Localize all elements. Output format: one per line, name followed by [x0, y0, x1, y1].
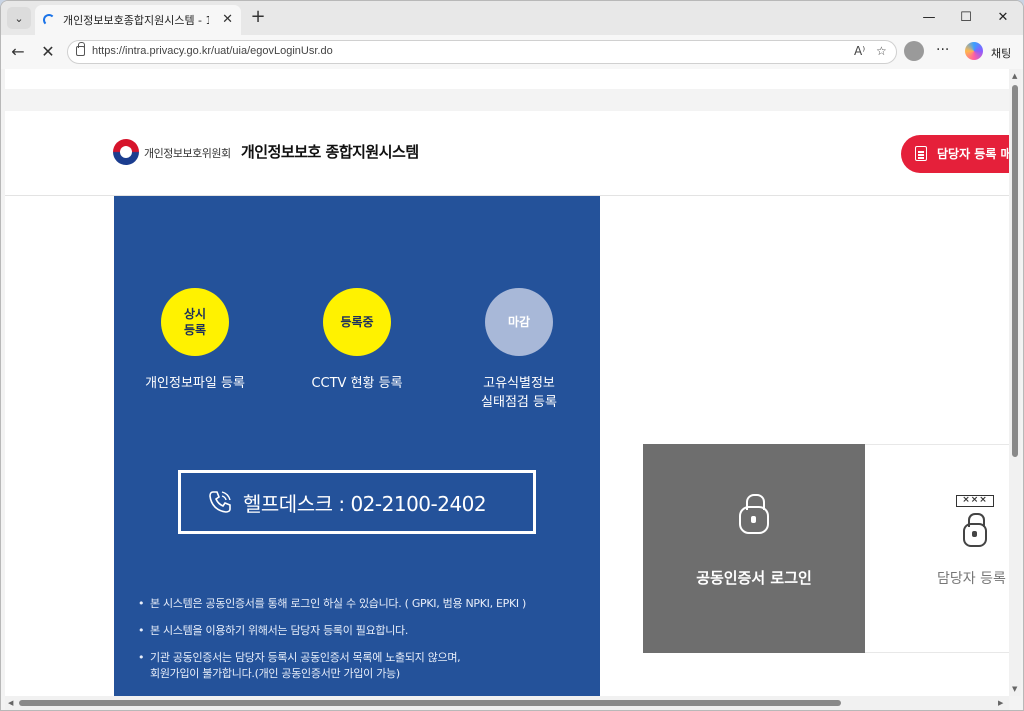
- site-header: 개인정보보호위원회 개인정보보호 종합지원시스템 담당자 등록 매: [5, 111, 1009, 196]
- scroll-left-icon[interactable]: ◀: [8, 699, 13, 707]
- org-name: 개인정보보호위원회: [144, 147, 231, 160]
- minimize-icon[interactable]: —: [919, 9, 939, 27]
- helpdesk-box: 헬프데스크 : 02-2100-2402: [178, 470, 536, 534]
- info-panel: 상시 등록 개인정보파일 등록 등록중 CCTV 현황 등록 마감 고유식별정보…: [114, 196, 600, 696]
- close-window-icon[interactable]: ✕: [993, 9, 1013, 27]
- lock-icon: [963, 513, 987, 547]
- address-bar[interactable]: https://intra.privacy.go.kr/uat/uia/egov…: [67, 40, 897, 64]
- status-caption[interactable]: 고유식별정보 실태점검 등록: [450, 374, 588, 412]
- horizontal-scroll-thumb[interactable]: [19, 700, 841, 706]
- horizontal-scrollbar[interactable]: ◀ ▶: [5, 696, 1009, 710]
- url-text: https://intra.privacy.go.kr/uat/uia/egov…: [92, 45, 333, 57]
- tab-title: 개인정보보호종합지원시스템 - 17: [63, 14, 209, 27]
- status-label: 상시 등록: [183, 307, 207, 337]
- tab-bar: ⌄ 개인정보보호종합지원시스템 - 17 ✕ + — ☐ ✕: [1, 1, 1023, 35]
- certificate-login-button[interactable]: 공동인증서 로그인: [643, 444, 865, 653]
- favorite-icon[interactable]: ☆: [876, 44, 887, 58]
- manager-register-button[interactable]: ××× 담당자 등록: [865, 444, 1009, 653]
- browser-tab[interactable]: 개인정보보호종합지원시스템 - 17 ✕: [35, 5, 241, 35]
- status-label: 등록중: [340, 315, 374, 329]
- helpdesk-text: 헬프데스크 : 02-2100-2402: [243, 492, 487, 516]
- browser-window: ⌄ 개인정보보호종합지원시스템 - 17 ✕ + — ☐ ✕ ← ✕ https…: [0, 0, 1024, 711]
- system-name[interactable]: 개인정보보호 종합지원시스템: [241, 141, 419, 162]
- phone-icon: [209, 491, 231, 513]
- document-icon: [915, 146, 927, 161]
- manager-label: 담당자 등록: [937, 571, 1006, 587]
- status-caption[interactable]: 개인정보파일 등록: [126, 374, 264, 393]
- status-label: 마감: [507, 315, 531, 329]
- login-label: 공동인증서 로그인: [696, 569, 812, 587]
- list-item: 본 시스템을 이용하기 위해서는 담당자 등록이 필요합니다.: [138, 623, 588, 639]
- notes-list: 본 시스템은 공동인증서를 통해 로그인 하실 수 있습니다. ( GPKI, …: [138, 596, 588, 693]
- status-caption[interactable]: CCTV 현황 등록: [288, 374, 426, 393]
- profile-icon[interactable]: [904, 41, 924, 61]
- maximize-icon[interactable]: ☐: [956, 9, 976, 27]
- list-item: 기관 공동인증서는 담당자 등록시 공동인증서 목록에 노출되지 않으며, 회원…: [138, 650, 588, 682]
- plus-icon[interactable]: +: [247, 7, 269, 29]
- back-icon[interactable]: ←: [7, 42, 29, 64]
- status-circle-closed: 마감: [485, 288, 553, 356]
- browser-toolbar: ← ✕ https://intra.privacy.go.kr/uat/uia/…: [1, 35, 1023, 69]
- copilot-icon[interactable]: [965, 42, 983, 60]
- stop-icon[interactable]: ✕: [37, 42, 59, 64]
- loading-icon: [43, 14, 55, 26]
- vertical-scrollbar[interactable]: ▲ ▼: [1009, 69, 1021, 696]
- tab-menu-icon[interactable]: ⌄: [7, 7, 31, 29]
- register-manager-button[interactable]: 담당자 등록 매: [901, 135, 1009, 173]
- more-icon[interactable]: ···: [936, 42, 949, 58]
- top-strip: [5, 89, 1009, 111]
- scroll-right-icon[interactable]: ▶: [998, 699, 1003, 707]
- password-icon: ×××: [956, 495, 994, 507]
- scroll-down-icon[interactable]: ▼: [1012, 685, 1017, 693]
- scroll-up-icon[interactable]: ▲: [1012, 72, 1017, 80]
- chat-label[interactable]: 채팅: [991, 45, 1011, 61]
- list-item: 본 시스템은 공동인증서를 통해 로그인 하실 수 있습니다. ( GPKI, …: [138, 596, 588, 612]
- lock-icon: [739, 494, 769, 534]
- close-icon[interactable]: ✕: [222, 12, 233, 27]
- page-viewport: 개인정보보호위원회 개인정보보호 종합지원시스템 담당자 등록 매 상시 등록 …: [5, 69, 1009, 696]
- status-circle-registering: 등록중: [323, 288, 391, 356]
- read-aloud-icon[interactable]: A⁾: [854, 44, 865, 58]
- status-circle-always: 상시 등록: [161, 288, 229, 356]
- register-button-label: 담당자 등록 매: [937, 147, 1009, 161]
- lock-icon[interactable]: [76, 42, 85, 56]
- vertical-scroll-thumb[interactable]: [1012, 85, 1018, 457]
- government-emblem-icon: [113, 139, 139, 165]
